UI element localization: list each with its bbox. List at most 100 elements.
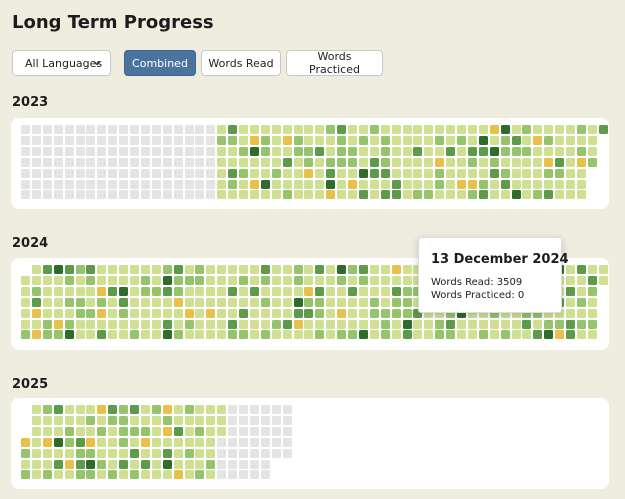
day-cell[interactable] [315,146,325,156]
day-cell[interactable] [151,286,161,296]
day-cell[interactable] [358,275,368,285]
day-cell[interactable] [64,405,74,414]
day-cell[interactable] [544,146,554,156]
day-cell[interactable] [53,168,63,178]
day-cell[interactable] [555,179,565,189]
day-cell[interactable] [228,135,238,145]
day-cell[interactable] [195,135,205,145]
day-cell[interactable] [140,437,150,447]
day-cell[interactable] [282,448,292,458]
day-cell[interactable] [228,448,238,458]
day-cell[interactable] [86,125,96,134]
day-cell[interactable] [587,135,597,145]
day-cell[interactable] [337,179,347,189]
day-cell[interactable] [326,146,336,156]
day-cell[interactable] [555,168,565,178]
day-cell[interactable] [97,330,107,340]
day-cell[interactable] [424,146,434,156]
day-cell[interactable] [337,286,347,296]
day-cell[interactable] [206,286,216,296]
day-cell[interactable] [260,168,270,178]
day-cell[interactable] [249,308,259,318]
day-cell[interactable] [348,179,357,189]
day-cell[interactable] [533,330,543,340]
day-cell[interactable] [31,405,41,414]
day-cell[interactable] [566,157,575,167]
day-cell[interactable] [249,168,259,178]
day-cell[interactable] [64,330,74,340]
day-cell[interactable] [369,168,379,178]
day-cell[interactable] [304,146,314,156]
day-cell[interactable] [293,168,303,178]
day-cell[interactable] [108,190,118,200]
day-cell[interactable] [467,146,477,156]
day-cell[interactable] [239,125,248,134]
day-cell[interactable] [151,179,161,189]
day-cell[interactable] [173,330,183,340]
day-cell[interactable] [457,190,466,200]
day-cell[interactable] [293,157,303,167]
day-cell[interactable] [53,157,63,167]
day-cell[interactable] [271,437,281,447]
day-cell[interactable] [576,168,586,178]
day-cell[interactable] [64,146,74,156]
day-cell[interactable] [75,265,85,274]
day-cell[interactable] [31,470,41,480]
day-cell[interactable] [21,308,30,318]
day-cell[interactable] [249,415,259,425]
day-cell[interactable] [228,179,238,189]
day-cell[interactable] [348,275,357,285]
day-cell[interactable] [358,125,368,134]
day-cell[interactable] [358,330,368,340]
day-cell[interactable] [31,415,41,425]
day-cell[interactable] [184,135,194,145]
day-cell[interactable] [228,405,238,414]
day-cell[interactable] [75,157,85,167]
day-cell[interactable] [42,415,52,425]
day-cell[interactable] [566,179,575,189]
day-cell[interactable] [53,179,63,189]
day-cell[interactable] [64,179,74,189]
day-cell[interactable] [239,275,248,285]
day-cell[interactable] [64,275,74,285]
day-cell[interactable] [108,265,118,274]
day-cell[interactable] [304,308,314,318]
day-cell[interactable] [380,308,390,318]
day-cell[interactable] [97,426,107,436]
day-cell[interactable] [206,168,216,178]
day-cell[interactable] [173,146,183,156]
day-cell[interactable] [511,146,521,156]
day-cell[interactable] [271,405,281,414]
day-cell[interactable] [97,470,107,480]
day-cell[interactable] [576,125,586,134]
day-cell[interactable] [75,275,85,285]
day-cell[interactable] [326,135,336,145]
day-cell[interactable] [337,157,347,167]
day-cell[interactable] [64,125,74,134]
day-cell[interactable] [119,405,129,414]
day-cell[interactable] [239,426,248,436]
day-cell[interactable] [206,448,216,458]
day-cell[interactable] [500,135,510,145]
day-cell[interactable] [348,308,357,318]
day-cell[interactable] [337,330,347,340]
day-cell[interactable] [282,190,292,200]
day-cell[interactable] [293,297,303,307]
day-cell[interactable] [566,146,575,156]
day-cell[interactable] [184,179,194,189]
day-cell[interactable] [75,405,85,414]
day-cell[interactable] [86,297,96,307]
day-cell[interactable] [239,168,248,178]
day-cell[interactable] [108,297,118,307]
day-cell[interactable] [435,179,445,189]
day-cell[interactable] [326,190,336,200]
day-cell[interactable] [566,330,575,340]
day-cell[interactable] [86,146,96,156]
day-cell[interactable] [31,179,41,189]
day-cell[interactable] [53,415,63,425]
day-cell[interactable] [42,157,52,167]
day-cell[interactable] [457,330,466,340]
day-cell[interactable] [184,190,194,200]
day-cell[interactable] [402,286,412,296]
day-cell[interactable] [162,157,172,167]
